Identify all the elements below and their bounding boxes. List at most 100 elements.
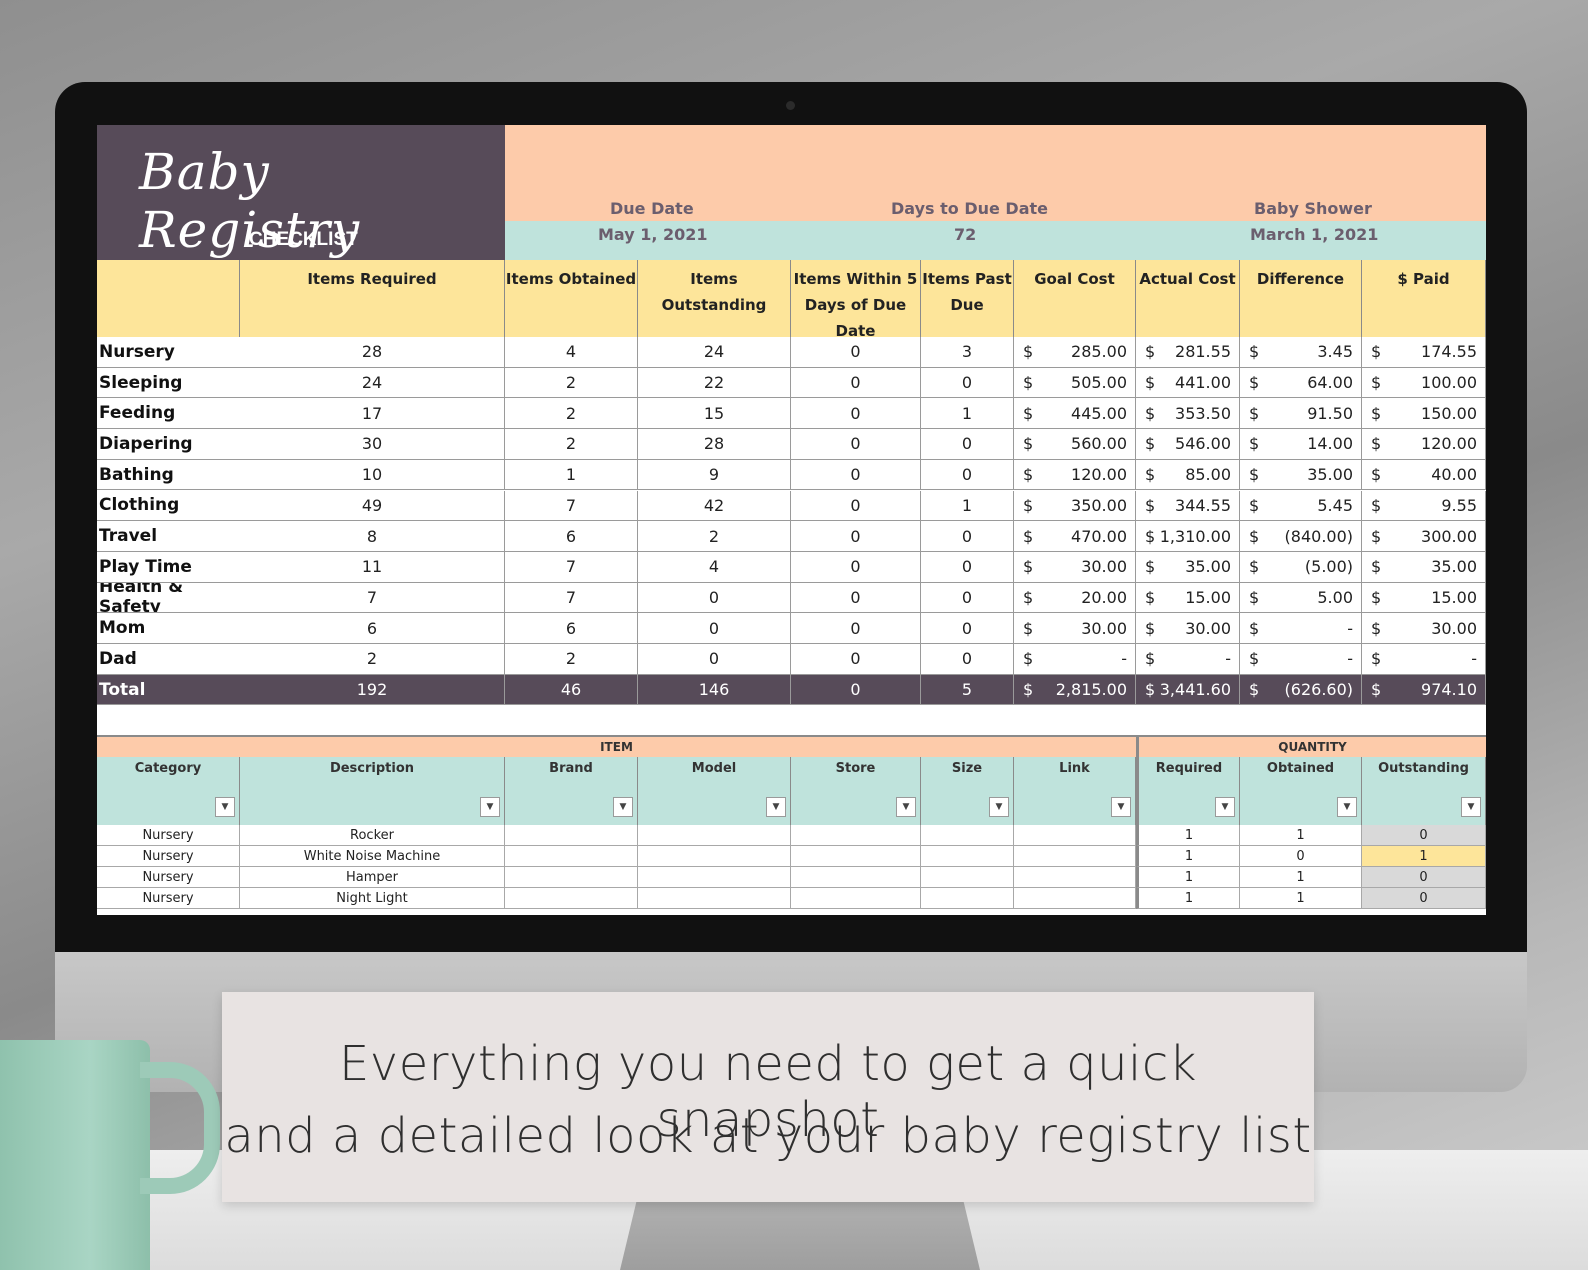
filter-dropdown-icon[interactable]: ▼ [1215,797,1235,817]
detail-cell-size[interactable] [921,825,1014,846]
cell-outstanding[interactable]: 15 [638,398,791,430]
cell-goal[interactable]: $445.00 [1014,398,1136,430]
cell-actual[interactable]: $546.00 [1136,429,1240,460]
cell-diff[interactable]: $35.00 [1240,459,1362,491]
detail-cell-description[interactable]: White Noise Machine [240,846,505,867]
detail-cell-link[interactable] [1014,846,1136,867]
filter-dropdown-icon[interactable]: ▼ [766,797,786,817]
cell-pastdue[interactable]: 0 [921,429,1014,460]
cell-required[interactable]: 6 [240,613,505,644]
cell-pastdue[interactable]: 0 [921,459,1014,491]
cell-required[interactable]: 30 [240,429,505,460]
cell-paid[interactable]: $35.00 [1362,551,1486,583]
cell-required[interactable]: 17 [240,398,505,430]
cell-obtained[interactable]: 6 [505,613,638,644]
cell-pastdue[interactable]: 1 [921,490,1014,522]
cell-pastdue[interactable]: 0 [921,644,1014,675]
cell-outstanding[interactable]: 22 [638,367,791,399]
detail-cell-outstanding[interactable]: 0 [1362,825,1486,846]
detail-cell-model[interactable] [638,888,791,909]
cell-goal[interactable]: $505.00 [1014,367,1136,399]
cell-paid[interactable]: $150.00 [1362,398,1486,430]
cell-goal[interactable]: $120.00 [1014,459,1136,491]
cell-outstanding[interactable]: 28 [638,429,791,460]
detail-cell-required[interactable]: 1 [1136,846,1240,867]
cell-within5[interactable]: 0 [791,644,921,675]
cell-obtained[interactable]: 2 [505,367,638,399]
detail-cell-category[interactable]: Nursery [97,888,240,909]
detail-cell-brand[interactable] [505,846,638,867]
detail-cell-description[interactable]: Rocker [240,825,505,846]
cell-obtained[interactable]: 6 [505,521,638,552]
filter-dropdown-icon[interactable]: ▼ [896,797,916,817]
cell-required[interactable]: 11 [240,551,505,583]
cell-diff[interactable]: $ (840.00) [1240,521,1362,552]
cell-outstanding[interactable]: 0 [638,613,791,644]
detail-cell-required[interactable]: 1 [1136,867,1240,888]
filter-dropdown-icon[interactable]: ▼ [1461,797,1481,817]
cell-required[interactable]: 2 [240,644,505,675]
cell-obtained[interactable]: 1 [505,459,638,491]
cell-within5[interactable]: 0 [791,521,921,552]
cell-within5[interactable]: 0 [791,429,921,460]
cell-within5[interactable]: 0 [791,582,921,614]
cell-within5[interactable]: 0 [791,613,921,644]
cell-obtained[interactable]: 4 [505,337,638,368]
cell-outstanding[interactable]: 24 [638,337,791,368]
cell-pastdue[interactable]: 3 [921,337,1014,368]
cell-obtained[interactable]: 7 [505,582,638,614]
cell-goal[interactable]: $20.00 [1014,582,1136,614]
detail-cell-store[interactable] [791,846,921,867]
cell-obtained[interactable]: 7 [505,551,638,583]
detail-cell-model[interactable] [638,867,791,888]
detail-cell-obtained[interactable]: 1 [1240,825,1362,846]
cell-paid[interactable]: $40.00 [1362,459,1486,491]
cell-pastdue[interactable]: 0 [921,613,1014,644]
detail-cell-obtained[interactable]: 0 [1240,846,1362,867]
total-actual[interactable]: $3,441.60 [1136,674,1240,706]
cell-required[interactable]: 7 [240,582,505,614]
cell-pastdue[interactable]: 0 [921,521,1014,552]
detail-cell-description[interactable]: Hamper [240,867,505,888]
cell-actual[interactable]: $ - [1136,644,1240,675]
cell-outstanding[interactable]: 9 [638,459,791,491]
detail-cell-brand[interactable] [505,867,638,888]
cell-within5[interactable]: 0 [791,337,921,368]
cell-required[interactable]: 49 [240,490,505,522]
detail-cell-category[interactable]: Nursery [97,825,240,846]
cell-pastdue[interactable]: 0 [921,551,1014,583]
detail-cell-store[interactable] [791,867,921,888]
detail-cell-obtained[interactable]: 1 [1240,888,1362,909]
cell-obtained[interactable]: 2 [505,644,638,675]
cell-diff[interactable]: $91.50 [1240,398,1362,430]
cell-goal[interactable]: $ - [1014,644,1136,675]
detail-cell-obtained[interactable]: 1 [1240,867,1362,888]
detail-cell-link[interactable] [1014,888,1136,909]
cell-paid[interactable]: $100.00 [1362,367,1486,399]
cell-diff[interactable]: $14.00 [1240,429,1362,460]
detail-cell-description[interactable]: Night Light [240,888,505,909]
cell-actual[interactable]: $35.00 [1136,551,1240,583]
cell-paid[interactable]: $120.00 [1362,429,1486,460]
total-diff[interactable]: $ (626.60) [1240,674,1362,706]
cell-pastdue[interactable]: 1 [921,398,1014,430]
cell-within5[interactable]: 0 [791,490,921,522]
cell-within5[interactable]: 0 [791,459,921,491]
total-goal[interactable]: $2,815.00 [1014,674,1136,706]
cell-obtained[interactable]: 7 [505,490,638,522]
cell-goal[interactable]: $30.00 [1014,613,1136,644]
detail-cell-category[interactable]: Nursery [97,867,240,888]
cell-goal[interactable]: $560.00 [1014,429,1136,460]
cell-actual[interactable]: $85.00 [1136,459,1240,491]
detail-cell-outstanding[interactable]: 1 [1362,846,1486,867]
detail-cell-required[interactable]: 1 [1136,888,1240,909]
cell-within5[interactable]: 0 [791,367,921,399]
cell-goal[interactable]: $470.00 [1014,521,1136,552]
detail-cell-link[interactable] [1014,867,1136,888]
cell-obtained[interactable]: 2 [505,429,638,460]
cell-goal[interactable]: $30.00 [1014,551,1136,583]
filter-dropdown-icon[interactable]: ▼ [1337,797,1357,817]
cell-outstanding[interactable]: 4 [638,551,791,583]
cell-pastdue[interactable]: 0 [921,582,1014,614]
detail-cell-outstanding[interactable]: 0 [1362,867,1486,888]
